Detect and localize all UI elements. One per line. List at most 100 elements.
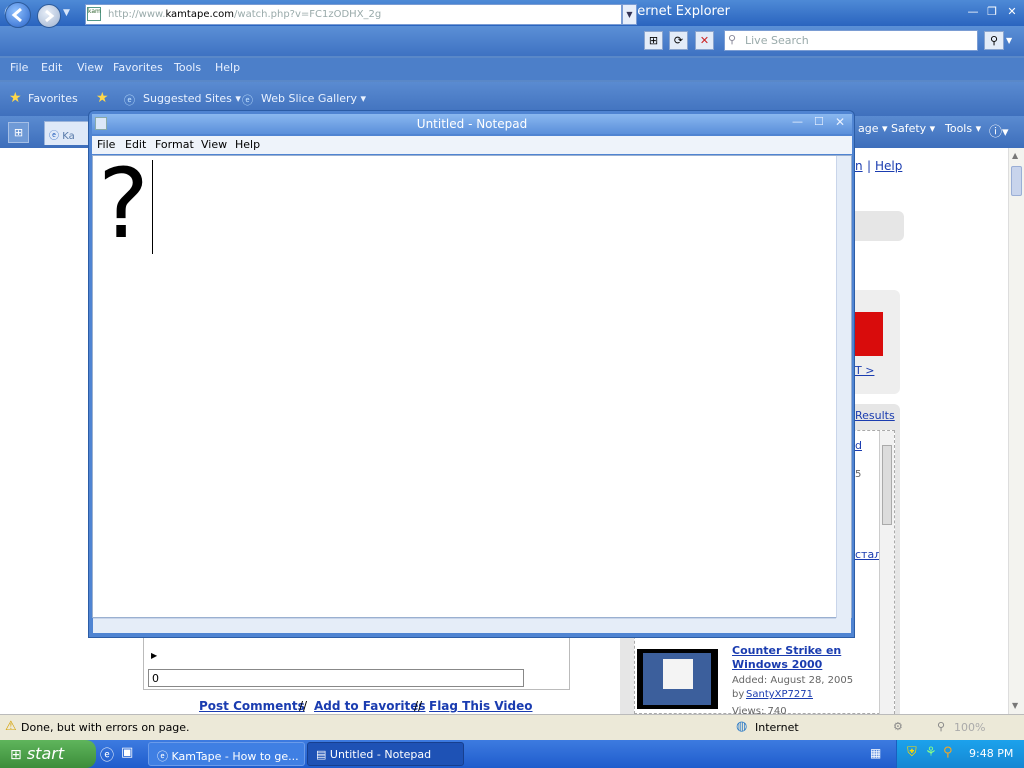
- notepad-menu-help[interactable]: Help: [235, 138, 260, 151]
- tools-menu[interactable]: Tools ▾: [945, 122, 981, 135]
- status-bar: ⚠ Done, but with errors on page. ◍ Inter…: [0, 714, 1024, 740]
- safety-menu[interactable]: Safety ▾: [891, 122, 935, 135]
- search-button[interactable]: ⚲: [984, 31, 1004, 50]
- windows-logo-icon: ⊞: [10, 747, 22, 763]
- suggested-sites-icon: ⓔ: [124, 94, 135, 107]
- forward-button[interactable]: [37, 4, 61, 28]
- help-menu-icon[interactable]: ⓘ▾: [989, 121, 1009, 140]
- related-list-scrollbar[interactable]: [879, 431, 894, 714]
- action-separator-1: //: [299, 699, 308, 713]
- task-kamtape-label: KamTape - How to ge...: [171, 750, 299, 763]
- live-search-input[interactable]: Live Search: [724, 30, 978, 51]
- protected-mode-icon: ⚙: [893, 720, 903, 733]
- quicklaunch-ie-icon[interactable]: ⓔ: [100, 745, 114, 765]
- search-options-dropdown[interactable]: ▼: [1006, 31, 1020, 50]
- stop-button[interactable]: ✕: [695, 31, 714, 50]
- post-comments-link[interactable]: Post Comments: [199, 699, 305, 713]
- expand-arrow-icon[interactable]: ▶: [151, 651, 157, 660]
- related-scroll-thumb[interactable]: [882, 445, 892, 525]
- notepad-title: Untitled - Notepad: [416, 117, 528, 131]
- url-prefix: http://www.: [108, 9, 166, 20]
- refresh-button[interactable]: ⟳: [669, 31, 688, 50]
- video-added-date: Added: August 28, 2005: [732, 675, 854, 686]
- related-item-meta: 5: [855, 469, 862, 480]
- menu-file[interactable]: File: [10, 61, 28, 74]
- status-text: Done, but with errors on page.: [21, 721, 190, 734]
- error-warning-icon[interactable]: ⚠: [5, 719, 17, 734]
- start-button[interactable]: ⊞ start: [0, 740, 96, 768]
- ie-menu-bar: File Edit View Favorites Tools Help: [0, 58, 1024, 80]
- network-icon[interactable]: ⚘: [925, 745, 937, 760]
- all-results-link[interactable]: Results: [855, 409, 895, 422]
- zoom-level[interactable]: 100%: [954, 721, 985, 734]
- header-separator: |: [867, 159, 872, 173]
- add-to-favorites-bar-icon[interactable]: ★: [96, 90, 109, 106]
- menu-favorites[interactable]: Favorites: [113, 61, 163, 74]
- page-menu[interactable]: age ▾: [858, 122, 888, 135]
- system-tray: ⛨ ⚘ ⚲ 9:48 PM: [896, 740, 1024, 768]
- menu-tools[interactable]: Tools: [174, 61, 201, 74]
- back-button[interactable]: [5, 2, 31, 28]
- search-magnifier-icon: ⚲: [728, 33, 737, 46]
- video-thumbnail[interactable]: [637, 649, 718, 709]
- task-kamtape[interactable]: ⓔ KamTape - How to ge...: [148, 742, 305, 766]
- video-author-link[interactable]: SantyXP7271: [746, 689, 813, 700]
- notepad-minimize-button[interactable]: —: [792, 115, 803, 128]
- back-arrow-icon: [11, 7, 22, 23]
- tray-search-icon[interactable]: ⚲: [943, 745, 953, 760]
- task-notepad[interactable]: ▤ Untitled - Notepad: [307, 742, 464, 766]
- compatibility-view-button[interactable]: ⊞: [644, 31, 663, 50]
- notepad-horizontal-scrollbar[interactable]: [93, 618, 836, 633]
- comment-input[interactable]: 0: [148, 669, 524, 687]
- help-link[interactable]: Help: [875, 159, 902, 173]
- header-link-partial[interactable]: n: [855, 159, 863, 173]
- page-menu-label: age: [858, 122, 879, 135]
- quick-tabs-button[interactable]: ⊞: [8, 122, 29, 143]
- url-host: kamtape.com: [165, 9, 235, 20]
- address-dropdown-button[interactable]: ▼: [622, 4, 637, 25]
- related-item-cyrillic-link[interactable]: стал: [855, 548, 881, 561]
- minimize-button[interactable]: —: [964, 4, 982, 20]
- page-vertical-scrollbar[interactable]: ▲ ▼: [1008, 148, 1024, 714]
- flag-video-link[interactable]: Flag This Video: [429, 699, 533, 713]
- add-to-favorites-link[interactable]: Add to Favorites: [314, 699, 426, 713]
- show-desktop-icon[interactable]: ▦: [870, 746, 881, 760]
- promo-banner-image[interactable]: [855, 312, 883, 356]
- scroll-up-icon[interactable]: ▲: [1012, 151, 1018, 160]
- tab-ie-icon: ⓔ: [49, 131, 59, 142]
- notepad-menu-format[interactable]: Format: [155, 138, 194, 151]
- notepad-text-area[interactable]: [92, 155, 852, 618]
- video-title-link[interactable]: Counter Strike en Windows 2000: [732, 644, 880, 672]
- menu-view[interactable]: View: [77, 61, 103, 74]
- close-button[interactable]: ✕: [1003, 4, 1021, 20]
- notepad-vertical-scrollbar[interactable]: [836, 156, 851, 618]
- recent-pages-dropdown[interactable]: ▼: [63, 8, 70, 18]
- notepad-resize-grip[interactable]: [836, 618, 851, 633]
- notepad-content: ?: [98, 148, 149, 260]
- start-label: start: [26, 744, 65, 763]
- web-slice-gallery-label: Web Slice Gallery: [261, 92, 358, 105]
- menu-help[interactable]: Help: [215, 61, 240, 74]
- menu-edit[interactable]: Edit: [41, 61, 62, 74]
- suggested-sites-link[interactable]: Suggested Sites ▾: [143, 92, 241, 105]
- search-bar-strip: [855, 211, 904, 241]
- security-shield-icon[interactable]: ⛨: [907, 745, 917, 760]
- promo-link[interactable]: T >: [855, 364, 874, 377]
- scroll-down-icon[interactable]: ▼: [1012, 701, 1018, 710]
- notepad-menu-view[interactable]: View: [201, 138, 227, 151]
- browser-tab[interactable]: ⓔ Ka: [44, 121, 94, 145]
- restore-button[interactable]: ❐: [983, 4, 1001, 20]
- notepad-maximize-button[interactable]: ☐: [814, 115, 824, 128]
- favorites-button[interactable]: Favorites: [28, 92, 78, 105]
- web-slice-gallery-link[interactable]: Web Slice Gallery ▾: [261, 92, 366, 105]
- security-zone-label: Internet: [755, 721, 799, 734]
- task-ie-icon: ⓔ: [157, 750, 168, 763]
- address-field[interactable]: http://www.kamtape.com/watch.php?v=FC1zO…: [85, 4, 622, 25]
- clock[interactable]: 9:48 PM: [969, 747, 1013, 760]
- text-caret: [152, 160, 153, 254]
- notepad-close-button[interactable]: ✕: [835, 115, 845, 129]
- related-item-partial[interactable]: d: [855, 439, 862, 452]
- page-scroll-thumb[interactable]: [1011, 166, 1022, 196]
- suggested-sites-label: Suggested Sites: [143, 92, 232, 105]
- quicklaunch-desktop-icon[interactable]: ▣: [121, 745, 133, 760]
